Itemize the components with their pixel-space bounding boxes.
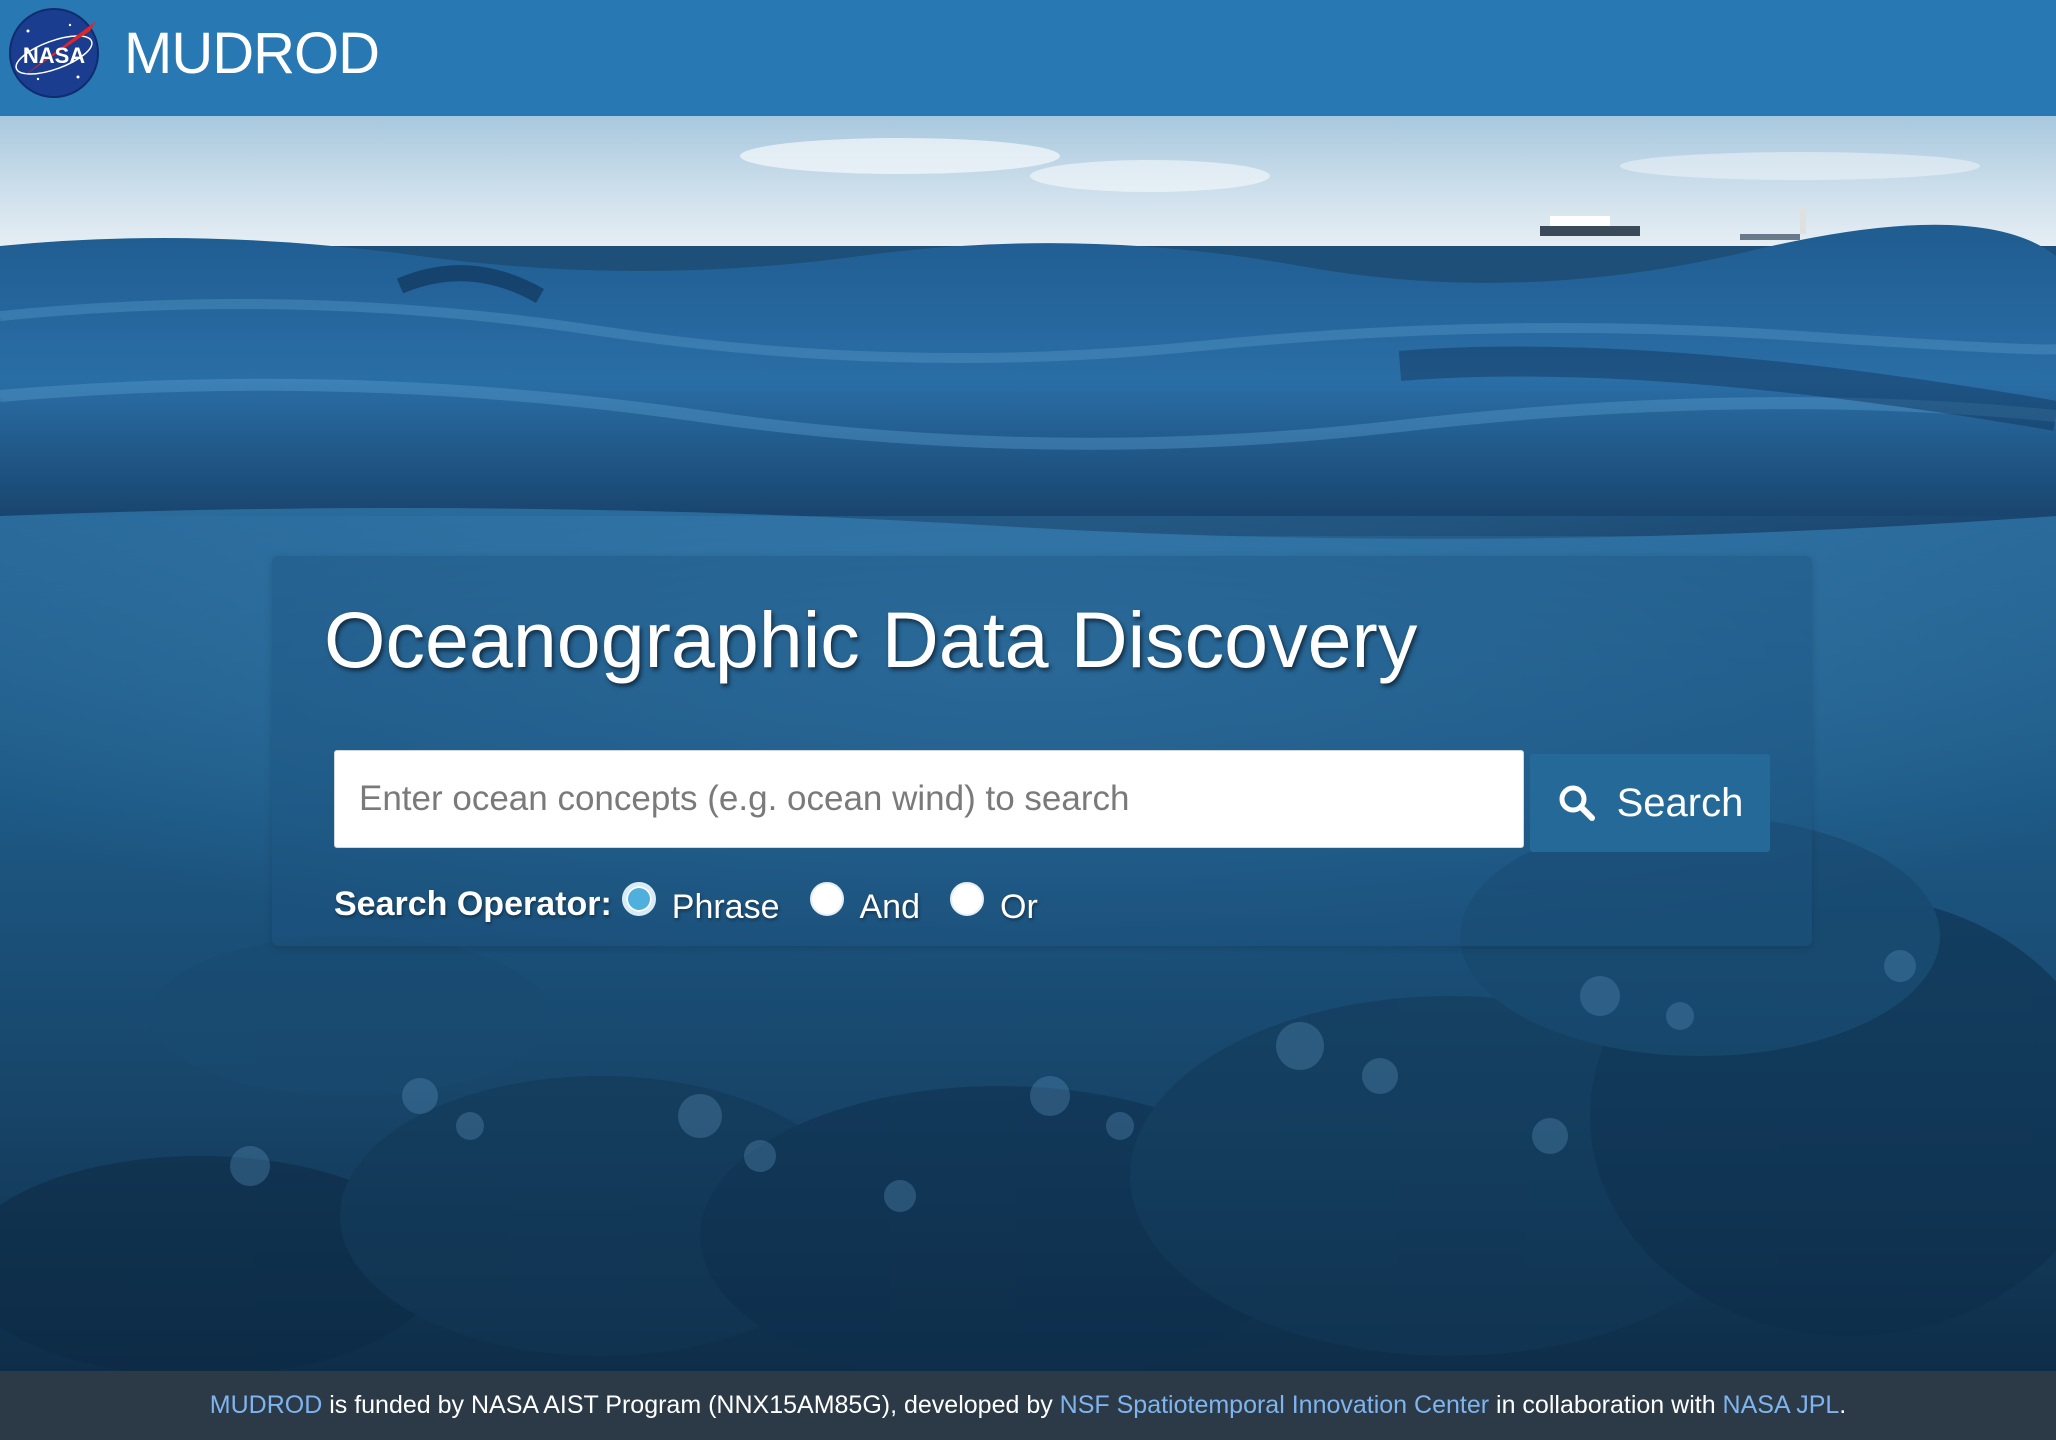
search-button-label: Search (1616, 780, 1744, 825)
search-panel: Oceanographic Data Discovery Search Sear… (272, 556, 1812, 946)
radio-label-or: Or (1000, 887, 1038, 926)
search-operator-label: Search Operator: (334, 884, 612, 923)
page-title: Oceanographic Data Discovery (324, 595, 1418, 684)
footer-text-funding: is funded by NASA AIST Program (NNX15AM8… (322, 1391, 1060, 1419)
footer-link-mudrod[interactable]: MUDROD (210, 1391, 323, 1420)
footer: MUDROD is funded by NASA AIST Program (N… (0, 1371, 2056, 1440)
footer-link-jpl[interactable]: NASA JPL (1723, 1391, 1840, 1420)
top-navbar: NASA MUDROD (0, 0, 2056, 116)
search-operator-group: Search Operator: Phrase And Or (334, 876, 1068, 932)
search-button[interactable]: Search (1530, 754, 1770, 852)
radio-phrase[interactable] (621, 882, 656, 916)
radio-and[interactable] (809, 882, 844, 916)
footer-text-collaboration: in collaboration with (1489, 1391, 1723, 1419)
brand-title[interactable]: MUDROD (124, 14, 380, 94)
operator-option-phrase[interactable]: Phrase (621, 882, 780, 926)
search-icon (1559, 785, 1595, 821)
radio-label-and: And (859, 887, 921, 926)
radio-or[interactable] (950, 882, 984, 916)
footer-text-period: . (1839, 1391, 1847, 1419)
operator-option-or[interactable]: Or (950, 882, 1038, 926)
search-input[interactable] (334, 750, 1524, 848)
operator-option-and[interactable]: And (809, 882, 921, 926)
nasa-logo[interactable]: NASA (8, 7, 100, 99)
radio-label-phrase: Phrase (671, 887, 780, 926)
svg-text:NASA: NASA (23, 43, 85, 68)
footer-link-nsf[interactable]: NSF Spatiotemporal Innovation Center (1060, 1391, 1489, 1420)
